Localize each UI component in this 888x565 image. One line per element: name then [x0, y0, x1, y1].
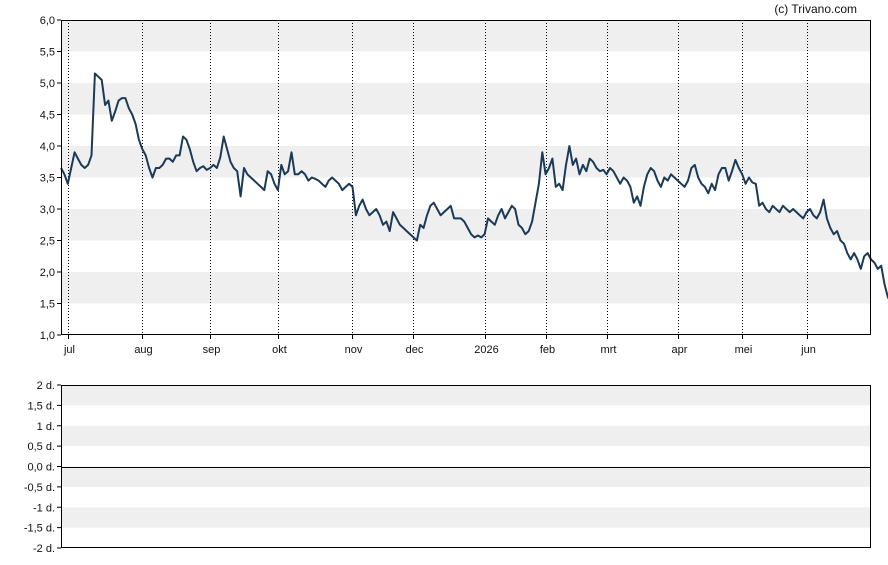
sub-y-tick-label: -1,5 d.: [24, 523, 55, 535]
sub-y-tick-label: 1 d.: [37, 421, 55, 433]
main-y-axis: 1,0 1,5 2,0 2,5 3,0 3,5 4,0 4,5 5,0 5,5 6,0: [40, 15, 61, 342]
copyright-label: (c) Trivano.com: [774, 2, 857, 16]
main-x-tick-label: mei: [735, 344, 753, 356]
main-x-tick-label: nov: [345, 344, 363, 356]
sub-y-tick-label: 0,0 d.: [27, 462, 55, 474]
main-x-tick-label: jun: [800, 344, 816, 356]
sub-y-tick-label: 0,5 d.: [27, 441, 55, 453]
main-x-tick-label: jul: [63, 344, 75, 356]
main-y-tick-label: 5,5: [40, 47, 55, 59]
main-x-tick-label: 2026: [474, 344, 498, 356]
dividend-chart: -2 d. -1,5 d. -1 d. -0,5 d. 0,0 d. 0,5 d. 1 d.…: [24, 380, 871, 555]
main-band: [61, 146, 871, 178]
sub-background-bands: [61, 385, 871, 528]
main-y-tick-label: 4,5: [40, 110, 55, 122]
main-band: [61, 272, 871, 304]
main-band: [61, 83, 871, 115]
main-x-tick-label: okt: [272, 344, 287, 356]
main-y-tick-label: 3,0: [40, 204, 55, 216]
main-y-tick-label: 1,0: [40, 330, 55, 342]
main-y-tick-label: 1,5: [40, 299, 55, 311]
main-y-tick-label: 2,5: [40, 236, 55, 248]
main-x-tick-label: mrt: [601, 344, 617, 356]
main-band: [61, 20, 871, 52]
sub-y-tick-label: -0,5 d.: [24, 482, 55, 494]
main-x-tick-label: apr: [672, 344, 688, 356]
main-y-tick-label: 4,0: [40, 141, 55, 153]
main-y-tick-label: 6,0: [40, 15, 55, 27]
main-y-tick-label: 3,5: [40, 173, 55, 185]
main-x-tick-label: dec: [406, 344, 424, 356]
chart-canvas: (c) Trivano.com 1,0 1,5 2,0 2,5 3,0 3,5 4,0 4,5…: [24, 2, 888, 555]
sub-band: [61, 507, 871, 528]
sub-y-tick-label: 1,5 d.: [27, 400, 55, 412]
main-background-bands: [61, 20, 871, 304]
sub-y-tick-label: 2 d.: [37, 380, 55, 392]
main-x-tick-label: feb: [540, 344, 555, 356]
main-y-tick-label: 5,0: [40, 78, 55, 90]
main-x-axis: jul aug sep okt nov dec 2026 feb mrt apr mei jun: [63, 335, 816, 356]
price-chart: 1,0 1,5 2,0 2,5 3,0 3,5 4,0 4,5 5,0 5,5 6,0 jul aug…: [40, 15, 888, 356]
main-x-tick-label: sep: [203, 344, 221, 356]
sub-y-tick-label: -1 d.: [33, 502, 55, 514]
sub-y-axis: -2 d. -1,5 d. -1 d. -0,5 d. 0,0 d. 0,5 d. 1 d.…: [24, 380, 61, 555]
sub-band: [61, 425, 871, 447]
main-y-tick-label: 2,0: [40, 267, 55, 279]
sub-y-tick-label: -2 d.: [33, 543, 55, 555]
main-x-tick-label: aug: [134, 344, 152, 356]
sub-band: [61, 385, 871, 406]
sub-band: [61, 466, 871, 487]
